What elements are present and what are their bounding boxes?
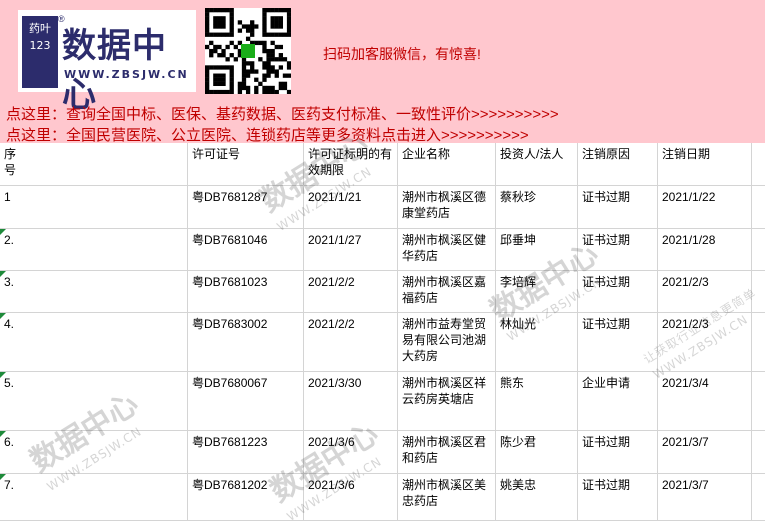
table-row[interactable]: 3. 粤DB7681023 2021/2/2 潮州市枫溪区嘉福药店 李培辉 证书… bbox=[0, 271, 765, 313]
validity-cell[interactable]: 2021/3/6 bbox=[304, 431, 398, 473]
hospital-link[interactable]: 点这里：全国民营医院、公立医院、连锁药店等更多资料点击进入>>>>>>>>>> bbox=[6, 124, 529, 143]
logo-site: WWW.ZBSJW.CN bbox=[64, 68, 189, 81]
license-cell[interactable]: 粤DB7683002 bbox=[188, 313, 304, 371]
brand-logo: 药叶123 ® 数据中心 WWW.ZBSJW.CN bbox=[18, 10, 196, 115]
empty-cell[interactable] bbox=[752, 372, 765, 430]
license-cell[interactable]: 粤DB7681287 bbox=[188, 186, 304, 228]
license-cell[interactable]: 粤DB7680067 bbox=[188, 372, 304, 430]
index-cell[interactable]: 7. bbox=[0, 474, 188, 520]
legal-person-cell[interactable]: 蔡秋珍 bbox=[496, 186, 578, 228]
promo-text: 扫码加客服微信，有惊喜! bbox=[323, 46, 481, 62]
empty-cell[interactable] bbox=[752, 313, 765, 371]
index-value: 7. bbox=[4, 478, 15, 492]
table-row[interactable]: 6. 粤DB7681223 2021/3/6 潮州市枫溪区君和药店 陈少君 证书… bbox=[0, 431, 765, 474]
empty-cell[interactable] bbox=[752, 186, 765, 228]
reason-cell[interactable]: 证书过期 bbox=[578, 431, 658, 473]
header-cell-legal-person[interactable]: 投资人/法人 bbox=[496, 143, 578, 185]
date-cell[interactable]: 2021/1/22 bbox=[658, 186, 752, 228]
validity-cell[interactable]: 2021/1/27 bbox=[304, 229, 398, 270]
logo-title: 数据中心 bbox=[62, 26, 167, 115]
empty-cell[interactable] bbox=[752, 474, 765, 520]
table-row[interactable]: 5. 粤DB7680067 2021/3/30 潮州市枫溪区祥云药房英塘店 熊东… bbox=[0, 372, 765, 431]
index-value: 5. bbox=[4, 376, 15, 390]
header-cell-reason[interactable]: 注销原因 bbox=[578, 143, 658, 185]
qr-code-icon bbox=[205, 8, 291, 94]
header-cell-index[interactable]: 序 号 bbox=[0, 143, 188, 185]
empty-cell[interactable] bbox=[752, 143, 765, 185]
index-value: 2. bbox=[4, 233, 15, 247]
error-flag-icon bbox=[0, 474, 6, 480]
error-flag-icon bbox=[0, 313, 6, 319]
header-cell-company[interactable]: 企业名称 bbox=[398, 143, 496, 185]
logo-mark-icon: 药叶123 bbox=[22, 16, 58, 88]
legal-person-cell[interactable]: 李培辉 bbox=[496, 271, 578, 312]
empty-cell[interactable] bbox=[752, 229, 765, 270]
header-cell-date[interactable]: 注销日期 bbox=[658, 143, 752, 185]
company-cell[interactable]: 潮州市枫溪区嘉福药店 bbox=[398, 271, 496, 312]
table-row[interactable]: 4. 粤DB7683002 2021/2/2 潮州市益寿堂贸易有限公司池湖大药房… bbox=[0, 313, 765, 372]
table-row[interactable]: 2. 粤DB7681046 2021/1/27 潮州市枫溪区健华药店 邱垂坤 证… bbox=[0, 229, 765, 271]
license-cell[interactable]: 粤DB7681223 bbox=[188, 431, 304, 473]
reason-cell[interactable]: 证书过期 bbox=[578, 313, 658, 371]
date-cell[interactable]: 2021/2/3 bbox=[658, 313, 752, 371]
header-row[interactable]: 序 号 许可证号 许可证标明的有效期限 企业名称 投资人/法人 注销原因 注销日… bbox=[0, 143, 765, 186]
error-flag-icon bbox=[0, 372, 6, 378]
index-cell[interactable]: 3. bbox=[0, 271, 188, 312]
company-cell[interactable]: 潮州市枫溪区健华药店 bbox=[398, 229, 496, 270]
empty-cell[interactable] bbox=[752, 431, 765, 473]
index-value: 3. bbox=[4, 275, 15, 289]
date-cell[interactable]: 2021/3/4 bbox=[658, 372, 752, 430]
company-cell[interactable]: 潮州市枫溪区祥云药房英塘店 bbox=[398, 372, 496, 430]
error-flag-icon bbox=[0, 271, 6, 277]
validity-cell[interactable]: 2021/3/6 bbox=[304, 474, 398, 520]
promo-banner: 药叶123 ® 数据中心 WWW.ZBSJW.CN 扫码加客服微信，有惊喜! 点… bbox=[0, 0, 765, 143]
reason-cell[interactable]: 企业申请 bbox=[578, 372, 658, 430]
date-cell[interactable]: 2021/1/28 bbox=[658, 229, 752, 270]
legal-person-cell[interactable]: 林灿光 bbox=[496, 313, 578, 371]
reason-cell[interactable]: 证书过期 bbox=[578, 474, 658, 520]
legal-person-cell[interactable]: 陈少君 bbox=[496, 431, 578, 473]
reason-cell[interactable]: 证书过期 bbox=[578, 186, 658, 228]
license-cell[interactable]: 粤DB7681023 bbox=[188, 271, 304, 312]
index-value: 6. bbox=[4, 435, 15, 449]
validity-cell[interactable]: 2021/3/30 bbox=[304, 372, 398, 430]
date-cell[interactable]: 2021/3/7 bbox=[658, 474, 752, 520]
empty-cell[interactable] bbox=[752, 271, 765, 312]
legal-person-cell[interactable]: 邱垂坤 bbox=[496, 229, 578, 270]
license-cell[interactable]: 粤DB7681202 bbox=[188, 474, 304, 520]
spreadsheet-grid[interactable]: 序 号 许可证号 许可证标明的有效期限 企业名称 投资人/法人 注销原因 注销日… bbox=[0, 126, 765, 524]
reason-cell[interactable]: 证书过期 bbox=[578, 229, 658, 270]
license-cell[interactable]: 粤DB7681046 bbox=[188, 229, 304, 270]
table-row[interactable]: 1 粤DB7681287 2021/1/21 潮州市枫溪区德康堂药店 蔡秋珍 证… bbox=[0, 186, 765, 229]
header-cell-license[interactable]: 许可证号 bbox=[188, 143, 304, 185]
company-cell[interactable]: 潮州市枫溪区德康堂药店 bbox=[398, 186, 496, 228]
error-flag-icon bbox=[0, 431, 6, 437]
index-cell[interactable]: 5. bbox=[0, 372, 188, 430]
index-cell[interactable]: 1 bbox=[0, 186, 188, 228]
date-cell[interactable]: 2021/3/7 bbox=[658, 431, 752, 473]
index-value: 4. bbox=[4, 317, 15, 331]
company-cell[interactable]: 潮州市枫溪区君和药店 bbox=[398, 431, 496, 473]
index-cell[interactable]: 2. bbox=[0, 229, 188, 270]
error-flag-icon bbox=[0, 229, 6, 235]
index-cell[interactable]: 6. bbox=[0, 431, 188, 473]
legal-person-cell[interactable]: 熊东 bbox=[496, 372, 578, 430]
validity-cell[interactable]: 2021/1/21 bbox=[304, 186, 398, 228]
date-cell[interactable]: 2021/2/3 bbox=[658, 271, 752, 312]
validity-cell[interactable]: 2021/2/2 bbox=[304, 313, 398, 371]
company-cell[interactable]: 潮州市枫溪区美忠药店 bbox=[398, 474, 496, 520]
header-cell-validity[interactable]: 许可证标明的有效期限 bbox=[304, 143, 398, 185]
company-cell[interactable]: 潮州市益寿堂贸易有限公司池湖大药房 bbox=[398, 313, 496, 371]
table-row[interactable]: 7. 粤DB7681202 2021/3/6 潮州市枫溪区美忠药店 姚美忠 证书… bbox=[0, 474, 765, 521]
legal-person-cell[interactable]: 姚美忠 bbox=[496, 474, 578, 520]
query-link[interactable]: 点这里：查询全国中标、医保、基药数据、医药支付标准、一致性评价>>>>>>>>>… bbox=[6, 103, 559, 124]
validity-cell[interactable]: 2021/2/2 bbox=[304, 271, 398, 312]
reason-cell[interactable]: 证书过期 bbox=[578, 271, 658, 312]
index-cell[interactable]: 4. bbox=[0, 313, 188, 371]
